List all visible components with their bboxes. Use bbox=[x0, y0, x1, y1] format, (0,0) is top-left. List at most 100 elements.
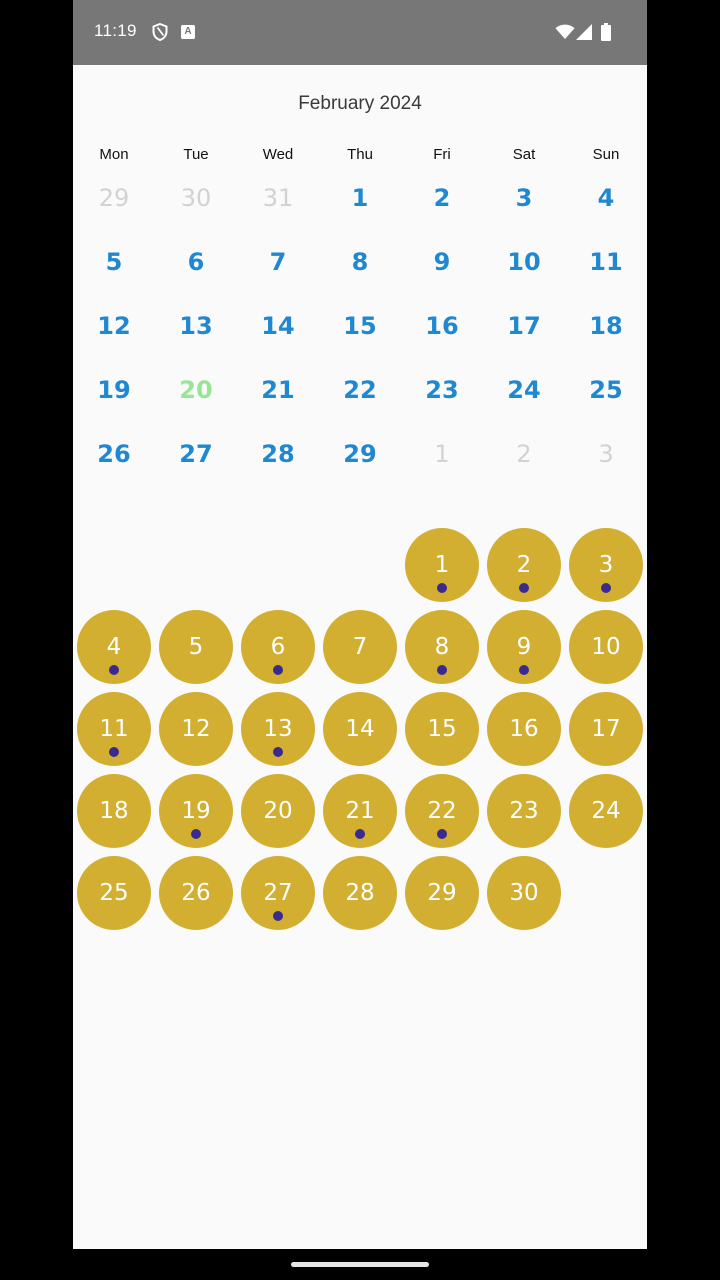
day-bubble[interactable]: 21 bbox=[323, 774, 397, 848]
weekday-label: Fri bbox=[433, 146, 451, 163]
calendar-day[interactable]: 17 bbox=[483, 306, 565, 346]
day-bubble[interactable]: 8 bbox=[405, 610, 479, 684]
event-dot-indicator bbox=[519, 665, 529, 675]
weekday-label: Wed bbox=[262, 146, 294, 163]
day-bubble-number: 25 bbox=[99, 880, 129, 906]
calendar-day[interactable]: 4 bbox=[565, 178, 647, 218]
event-dot-indicator bbox=[109, 747, 119, 757]
calendar-day[interactable]: 29 bbox=[319, 434, 401, 474]
weekday-label: Mon bbox=[99, 146, 129, 163]
calendar-day-today[interactable]: 20 bbox=[155, 370, 237, 410]
calendar-day[interactable]: 19 bbox=[73, 370, 155, 410]
calendar-day[interactable]: 13 bbox=[155, 306, 237, 346]
calendar-day[interactable]: 18 bbox=[565, 306, 647, 346]
day-bubble[interactable]: 27 bbox=[241, 856, 315, 930]
event-dot-indicator bbox=[273, 911, 283, 921]
day-bubble[interactable]: 10 bbox=[569, 610, 643, 684]
day-bubble[interactable]: 24 bbox=[569, 774, 643, 848]
day-bubble[interactable]: 26 bbox=[159, 856, 233, 930]
calendar-day[interactable]: 11 bbox=[565, 242, 647, 282]
day-bubble[interactable]: 6 bbox=[241, 610, 315, 684]
calendar-day[interactable]: 7 bbox=[237, 242, 319, 282]
weekday-label: Thu bbox=[347, 146, 373, 163]
day-bubble[interactable]: 23 bbox=[487, 774, 561, 848]
calendar-day[interactable]: 21 bbox=[237, 370, 319, 410]
home-indicator[interactable] bbox=[291, 1262, 429, 1267]
day-bubble[interactable]: 14 bbox=[323, 692, 397, 766]
event-dot-indicator bbox=[437, 665, 447, 675]
event-dot-indicator bbox=[601, 583, 611, 593]
calendar-day[interactable]: 6 bbox=[155, 242, 237, 282]
calendar-day[interactable]: 27 bbox=[155, 434, 237, 474]
day-bubble-number: 20 bbox=[263, 798, 293, 824]
status-bar: 11:19 A bbox=[73, 0, 647, 65]
calendar-day[interactable]: 24 bbox=[483, 370, 565, 410]
day-bubble-number: 12 bbox=[181, 716, 211, 742]
day-bubble-number: 24 bbox=[591, 798, 621, 824]
calendar-day[interactable]: 12 bbox=[73, 306, 155, 346]
calendar-day[interactable]: 28 bbox=[237, 434, 319, 474]
calendar-day[interactable]: 25 bbox=[565, 370, 647, 410]
calendar-day[interactable]: 2 bbox=[401, 178, 483, 218]
day-bubble[interactable]: 17 bbox=[569, 692, 643, 766]
calendar-day[interactable]: 9 bbox=[401, 242, 483, 282]
day-bubble[interactable]: 19 bbox=[159, 774, 233, 848]
day-bubble[interactable]: 18 bbox=[77, 774, 151, 848]
day-bubble-number: 16 bbox=[509, 716, 539, 742]
day-bubble[interactable]: 13 bbox=[241, 692, 315, 766]
day-bubble-number: 28 bbox=[345, 880, 375, 906]
day-bubble[interactable]: 20 bbox=[241, 774, 315, 848]
day-bubble[interactable]: 22 bbox=[405, 774, 479, 848]
signal-icon bbox=[576, 24, 592, 40]
calendar-day[interactable]: 8 bbox=[319, 242, 401, 282]
day-bubble-number: 17 bbox=[591, 716, 621, 742]
day-bubble-number: 5 bbox=[188, 634, 204, 660]
app-notification-icon: A bbox=[181, 25, 195, 39]
calendar-day[interactable]: 5 bbox=[73, 242, 155, 282]
month-title: February 2024 bbox=[298, 93, 422, 114]
day-bubble[interactable]: 7 bbox=[323, 610, 397, 684]
calendar-day[interactable]: 3 bbox=[483, 178, 565, 218]
day-bubble[interactable]: 5 bbox=[159, 610, 233, 684]
day-bubble[interactable]: 15 bbox=[405, 692, 479, 766]
wifi-icon bbox=[555, 24, 575, 39]
calendar-day[interactable]: 31 bbox=[237, 178, 319, 218]
weekday-label: Sat bbox=[512, 146, 536, 163]
calendar-day[interactable]: 1 bbox=[401, 434, 483, 474]
day-bubble[interactable]: 29 bbox=[405, 856, 479, 930]
event-dot-indicator bbox=[273, 665, 283, 675]
calendar-day[interactable]: 26 bbox=[73, 434, 155, 474]
app-notification-letter: A bbox=[184, 26, 192, 37]
event-dot-indicator bbox=[519, 583, 529, 593]
calendar-day[interactable]: 14 bbox=[237, 306, 319, 346]
day-bubble[interactable]: 16 bbox=[487, 692, 561, 766]
calendar-day[interactable]: 29 bbox=[73, 178, 155, 218]
day-bubble-number: 18 bbox=[99, 798, 129, 824]
day-bubble[interactable]: 11 bbox=[77, 692, 151, 766]
battery-icon bbox=[601, 23, 611, 41]
day-bubble[interactable]: 4 bbox=[77, 610, 151, 684]
day-bubble[interactable]: 1 bbox=[405, 528, 479, 602]
day-bubble-number: 26 bbox=[181, 880, 211, 906]
calendar-day[interactable]: 2 bbox=[483, 434, 565, 474]
calendar-day[interactable]: 1 bbox=[319, 178, 401, 218]
day-bubble[interactable]: 3 bbox=[569, 528, 643, 602]
calendar-day[interactable]: 23 bbox=[401, 370, 483, 410]
weekday-label: Tue bbox=[183, 146, 209, 163]
day-bubble[interactable]: 28 bbox=[323, 856, 397, 930]
day-bubble-number: 14 bbox=[345, 716, 375, 742]
day-bubble[interactable]: 30 bbox=[487, 856, 561, 930]
calendar-day[interactable]: 3 bbox=[565, 434, 647, 474]
day-bubble[interactable]: 2 bbox=[487, 528, 561, 602]
day-bubble[interactable]: 9 bbox=[487, 610, 561, 684]
calendar-day[interactable]: 10 bbox=[483, 242, 565, 282]
day-bubble[interactable]: 12 bbox=[159, 692, 233, 766]
event-dot-indicator bbox=[109, 665, 119, 675]
day-bubble-number: 30 bbox=[509, 880, 539, 906]
day-bubble[interactable]: 25 bbox=[77, 856, 151, 930]
day-bubble-number: 23 bbox=[509, 798, 539, 824]
calendar-day[interactable]: 22 bbox=[319, 370, 401, 410]
calendar-day[interactable]: 15 bbox=[319, 306, 401, 346]
calendar-day[interactable]: 30 bbox=[155, 178, 237, 218]
calendar-day[interactable]: 16 bbox=[401, 306, 483, 346]
